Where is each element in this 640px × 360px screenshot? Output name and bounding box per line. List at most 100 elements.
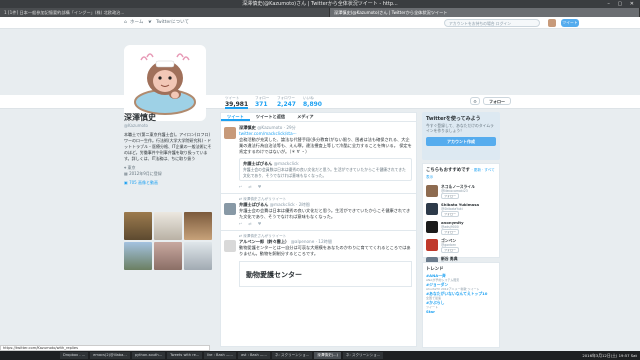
suggestion-avatar[interactable] [426,239,438,251]
window-titlebar: 深澤慎史(@Kazumoto)さん | Twitterから全体状況ツイート - … [0,0,640,8]
trend-item[interactable]: #あなたがいないなんてえトップ10 全国で最速 [426,291,496,300]
profile-avatar[interactable] [124,45,206,121]
tweet-button[interactable]: ツイート [561,19,579,27]
signup-title: Twitterを使ってみよう [426,116,481,122]
timeline-tabs: ツイート ツイートと返信 メディア [221,113,416,122]
taskbar-item[interactable]: Ike : Bash —... [204,352,236,359]
trend-item[interactable]: #かぶらし ツイート [426,300,496,309]
create-account-button[interactable]: アカウント作成 [426,137,496,146]
clock: 2016年3月12日(土) 19:57 Sat [582,353,637,358]
tweet-text: 会務活動が充実した、論法な代替手段(多分教育)がない限り、困者は法も確保される、… [239,137,412,154]
home-icon[interactable]: ⌂ [124,17,127,29]
media-thumb[interactable] [124,212,152,240]
media-grid [124,212,214,272]
stat-value: 371 [255,101,268,108]
media-thumb[interactable] [154,242,182,270]
tweet[interactable]: ⇄ 深澤慎史さんがリツイート 弁護士ぱぴるん @mackclick · 2時間 … [221,194,416,231]
trend-item[interactable]: #ジョーダン AhurtaTV 2012アニメー新歌 ツイート [426,282,496,291]
tweet-author[interactable]: アルペン一郎（鈴々雲上） [239,239,289,244]
suggestion-handle: @adsj9000 [441,224,459,229]
suggestion-follow-button[interactable]: フォロー [441,210,460,217]
trend-item[interactable]: #ANA一斉 ANAが予約システム障害 [426,273,496,282]
media-thumb[interactable] [124,242,152,270]
media-thumb[interactable] [154,212,182,240]
stat-following[interactable]: フォロー 371 [255,96,269,108]
taskbar-item[interactable]: python-south... [131,352,166,359]
nav-home[interactable]: ホーム [130,17,143,29]
tweet-avatar[interactable] [224,127,236,139]
tweet-text: 動物愛護センターとは～自分は可哀な大規模をあなたのかわりに育ててくれるところでは… [239,245,411,256]
quote-handle: @mackclick [273,161,299,166]
suggestion-avatar[interactable] [426,221,438,233]
suggestion-follow-button[interactable]: フォロー [441,192,460,199]
retweet-icon[interactable]: ⇄ [248,184,257,189]
stat-tweets[interactable]: ツイート 39,981 [225,96,249,109]
tweet[interactable]: 深澤慎史 @Kazumoto · 29分 twitter.com/mackcli… [221,122,416,194]
tweet-handle: @Kazumoto · 29分 [257,125,296,130]
browser-tab[interactable]: 1 [1件] 日本一般参加記憶要約部構「イングー」(株) 北欧政治... [0,8,330,17]
tweet-actions: ↩⇄♥ [239,221,412,227]
reply-icon[interactable]: ↩ [239,221,248,226]
suggestion-avatar[interactable] [426,185,438,197]
suggestion-row: anonymity @adsj9000 フォロー [426,219,496,235]
trends-module: トレンド #ANA一斉 ANAが予約システム障害 #ジョーダン AhurtaTV 2… [422,262,500,348]
taskbar-item[interactable]: emacs(2)@illaba... [90,352,130,359]
who-to-follow: こちらもおすすめです · 更新 · すべて表示 ネコ＆ノースライル @Necoco… [422,163,500,271]
suggestion-avatar[interactable] [426,203,438,215]
taskbar-item[interactable]: Tweets with re... [167,352,203,359]
suggestion-follow-button[interactable]: フォロー [441,246,460,253]
profile-handle[interactable]: @Kazumoto [124,123,214,129]
tab-media[interactable]: メディア [291,113,319,121]
tweet-handle: @alpenone · 12時間 [290,239,332,244]
window-title: 深澤慎史(@Kazumoto)さん | Twitterから全体状況ツイート - … [242,1,398,7]
stat-likes[interactable]: いいね 8,890 [303,96,322,108]
taskbar: Dropbox - ... emacs(2)@illaba... python-… [0,351,640,360]
tweet-author[interactable]: 深澤慎史 [239,125,256,130]
stat-followers[interactable]: フォロワー 2,247 [277,96,296,108]
stat-value: 2,247 [277,101,296,108]
profile-header [0,29,640,95]
tab-tweets[interactable]: ツイート [221,113,250,121]
nav-about[interactable]: Twitterについて [156,17,189,29]
retweet-note: 深澤慎史さんがリツイート [243,197,287,201]
taskbar-item-active[interactable]: 深澤慎史(...) [314,352,341,359]
tweet[interactable]: ⇄ 深澤慎史さんがリツイート アルペン一郎（鈴々雲上） @alpenone · … [221,231,416,290]
retweet-icon[interactable]: ⇄ [248,221,257,226]
reply-icon[interactable]: ↩ [239,184,248,189]
taskbar-item[interactable]: ast : Bash —... [237,352,270,359]
like-icon[interactable]: ♥ [258,221,268,226]
link-card[interactable]: 動物愛護センター [239,261,412,287]
taskbar-item[interactable]: Dropbox - ... [60,352,89,359]
browser-tab-active[interactable]: 深澤慎史(@Kazumoto)さん | Twitterから全体状況ツイート [330,8,640,17]
tweet-author[interactable]: 弁護士ぱぴるん [239,202,268,207]
like-icon[interactable]: ♥ [258,184,268,189]
window-controls[interactable]: – ▢ ✕ [607,0,637,8]
profile-location: 東京 [127,165,136,170]
tab-tweets-replies[interactable]: ツイートと返信 [250,113,291,121]
taskbar-item[interactable]: ネ: スクリーンショ... [271,352,313,359]
suggestion-name[interactable]: anonymity [441,220,464,225]
bird-icon[interactable]: ❦ [148,17,152,29]
tweet-avatar[interactable] [224,240,236,252]
media-thumb[interactable] [184,212,212,240]
nav-avatar[interactable] [548,19,556,27]
retweet-note: 深澤慎史さんがリツイート [243,234,287,238]
suggestion-name[interactable]: 新谷 勇典 [441,256,459,261]
suggestion-name[interactable]: ネコ＆ノースライル [441,184,475,189]
media-link[interactable]: 705 画像と動画 [129,180,158,185]
trend-item[interactable]: Star [426,309,496,314]
trend-tag[interactable]: Star [426,309,496,314]
login-prompt[interactable]: アカウントをお持ちの場合 ログイン [444,19,540,27]
taskbar-item[interactable]: ネ: スクリーンショ... [342,352,384,359]
profile-name: 深澤慎史 [124,113,156,122]
tweet-avatar[interactable] [224,203,236,215]
profile-bio: 本職土で(第二東京弁護士会)。アイロン(ロフロ)ワーのロー生作。行法術(大学大学… [124,132,212,161]
suggestion-handle: @gonben [441,242,457,247]
media-thumb[interactable] [184,242,212,270]
quoted-tweet[interactable]: 弁護士ぱぴるん @mackclick 弁護士会の会員数は日本は優秀の良い文化だと… [239,158,412,181]
suggestion-name[interactable]: Shibata Yukimasa [441,202,479,207]
profile-joined: 2012年9月に登録 [129,171,162,176]
gear-icon[interactable]: ⚙ [470,97,480,105]
follow-button[interactable]: フォロー [483,97,511,105]
suggestion-follow-button[interactable]: フォロー [441,228,460,235]
